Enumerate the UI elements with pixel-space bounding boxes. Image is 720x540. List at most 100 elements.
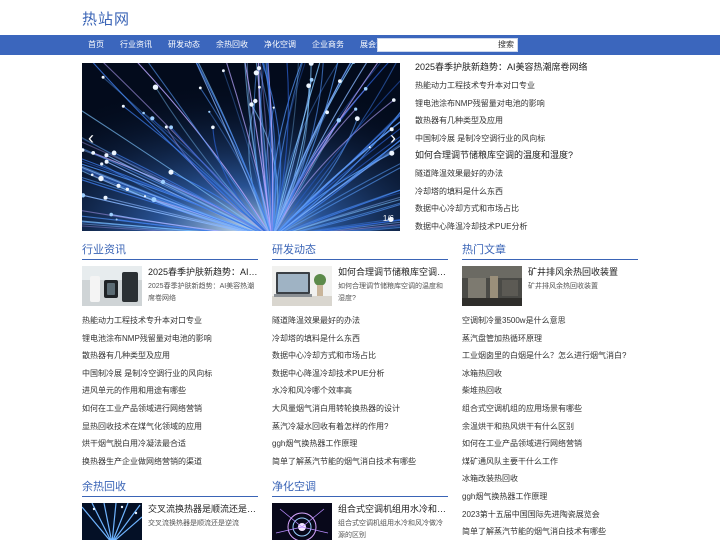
fiber-tip <box>91 151 96 155</box>
feature-thumbnail[interactable] <box>82 266 142 306</box>
list-item[interactable]: 余温烘干和热风烘干有什么区别 <box>462 418 638 436</box>
list-item[interactable]: 换热器生产企业做网络营销的渠道 <box>82 453 258 471</box>
list-item[interactable]: 煤矿通风队主要干什么工作 <box>462 453 638 471</box>
list-item[interactable]: 隧道降温效果最好的办法 <box>272 312 448 330</box>
list-item[interactable]: 散热器有几种类型及应用 <box>82 347 258 365</box>
headline-item[interactable]: 中国制冷展 是制冷空调行业的风向标 <box>415 130 645 148</box>
headline-item[interactable]: 锂电池涂布NMP残留量对电池的影响 <box>415 95 645 113</box>
list-item[interactable]: 进风单元的作用和用途有哪些 <box>82 382 258 400</box>
feature-article[interactable]: 交叉流换热器是顺流还是逆流 交叉流换热器是顺流还是逆流 <box>82 501 258 540</box>
fiber-tip <box>103 195 108 200</box>
list-item[interactable]: 冰箱改装热回收 <box>462 470 638 488</box>
feature-article[interactable]: 2025春季护肤新趋势：AI美容热潮席卷网络 2025春季护肤新趋势：AI美容热… <box>82 264 258 312</box>
fiber-optic-image <box>82 63 400 231</box>
list-item[interactable]: 柴堆热回收 <box>462 382 638 400</box>
fiber-tip <box>98 175 104 182</box>
feature-title[interactable]: 交叉流换热器是顺流还是逆流 <box>148 503 258 515</box>
section-title[interactable]: 研发动态 <box>272 242 448 260</box>
feature-title[interactable]: 2025春季护肤新趋势：AI美容热潮席卷网络 <box>148 266 258 278</box>
list-item[interactable]: 数据中心冷却方式和市场占比 <box>272 347 448 365</box>
nav-item-home[interactable]: 首页 <box>82 35 110 55</box>
fiber-tip <box>249 102 254 107</box>
headline-item[interactable]: 冷却塔的填料是什么东西 <box>415 183 645 201</box>
feature-desc: 如何合理调节储粮库空调的温度和湿度? <box>338 283 443 302</box>
headline-item[interactable]: 热能动力工程技术专升本对口专业 <box>415 77 645 95</box>
list-item[interactable]: 锂电池涂布NMP残留量对电池的影响 <box>82 330 258 348</box>
feature-article[interactable]: 组合式空调机组用水冷和风冷 组合式空调机组用水冷和风冷做冷源的区别 <box>272 501 448 540</box>
list-item[interactable]: 2023第十五届中国国际先进陶瓷展览会 <box>462 506 638 524</box>
feature-thumbnail[interactable] <box>82 503 142 540</box>
feature-article[interactable]: 如何合理调节储粮库空调的温度和湿度? 如何合理调节储粮库空调的温度和湿度? <box>272 264 448 312</box>
heat-recovery-section: 余热回收 交叉流换热器是顺流还是逆流 交叉流换热器是顺流还是逆流 <box>82 479 258 540</box>
feature-desc: 2025春季护肤新趋势：AI美容热潮席卷网络 <box>148 283 255 302</box>
list-item[interactable]: 冰箱热回收 <box>462 365 638 383</box>
search-box: 搜索 <box>377 38 518 52</box>
fiber-tip <box>142 111 145 115</box>
list-item[interactable]: 冷却塔的填料是什么东西 <box>272 330 448 348</box>
list-item[interactable]: 数据中心降温冷却技术PUE分析 <box>272 365 448 383</box>
list-item[interactable]: ggh烟气换热器工作原理 <box>462 488 638 506</box>
slider-next-icon[interactable]: › <box>390 129 396 147</box>
fiber-tip <box>115 218 118 221</box>
headline-big[interactable]: 如何合理调节储粮库空调的温度和湿度? <box>415 148 645 165</box>
feature-thumbnail[interactable] <box>272 503 332 540</box>
list-item[interactable]: 水冷和风冷哪个效率高 <box>272 382 448 400</box>
list-item[interactable]: 热能动力工程技术专升本对口专业 <box>82 312 258 330</box>
nav-item-heat-recovery[interactable]: 余热回收 <box>210 35 254 55</box>
slider-prev-icon[interactable]: ‹ <box>88 129 94 147</box>
list-item[interactable]: 空调制冷量3500w是什么意思 <box>462 312 638 330</box>
feature-thumbnail[interactable] <box>272 266 332 306</box>
nav-item-business[interactable]: 企业商务 <box>306 35 350 55</box>
list-item[interactable]: 中国制冷展 是制冷空调行业的风向标 <box>82 365 258 383</box>
section-title[interactable]: 行业资讯 <box>82 242 258 260</box>
headline-big[interactable]: 2025春季护肤新趋势：AI美容热潮席卷网络 <box>415 60 645 77</box>
nav-item-purify-ac[interactable]: 净化空调 <box>258 35 302 55</box>
feature-title[interactable]: 矿井排风余热回收装置 <box>528 266 638 278</box>
search-input[interactable] <box>378 39 488 51</box>
section-title[interactable]: 净化空调 <box>272 479 448 497</box>
feature-article[interactable]: 矿井排风余热回收装置 矿井排风余热回收装置 <box>462 264 638 312</box>
list-item[interactable]: ggh烟气换热器工作原理 <box>272 435 448 453</box>
fiber-tip <box>338 79 342 83</box>
list-item[interactable]: 如何在工业产品领域进行网络营销 <box>82 400 258 418</box>
list-item[interactable]: 工业烟囱里的白烟是什么？怎么进行烟气消白? <box>462 347 638 365</box>
site-logo[interactable]: 热站网 <box>82 8 130 29</box>
fiber-tip <box>152 84 159 90</box>
headline-item[interactable]: 数据中心冷却方式和市场占比 <box>415 200 645 218</box>
fiber-tip <box>151 197 157 203</box>
fiber-tip <box>125 187 129 191</box>
list-item[interactable]: 蒸汽盘管加热循环原理 <box>462 330 638 348</box>
list-item[interactable]: 蒸汽冷凝水回收有着怎样的作用? <box>272 418 448 436</box>
feature-title[interactable]: 组合式空调机组用水冷和风冷 <box>338 503 448 515</box>
section-title[interactable]: 热门文章 <box>462 242 638 260</box>
fiber-tip <box>143 195 147 198</box>
fiber-tip <box>150 116 155 121</box>
main-navbar: 首页 行业资讯 研发动态 余热回收 净化空调 企业商务 展会活动 搜索 <box>0 35 720 55</box>
industry-news-section: 行业资讯 2025春季护肤新趋势：AI美容热潮席卷网络 2025春季护肤新趋势：… <box>82 242 258 470</box>
section-title[interactable]: 余热回收 <box>82 479 258 497</box>
list-item[interactable]: 大风量烟气消白用转轮换热器的设计 <box>272 400 448 418</box>
fiber-tip <box>211 125 215 130</box>
list-item[interactable]: 烘干烟气脱白用冷凝法最合适 <box>82 435 258 453</box>
search-button[interactable]: 搜索 <box>498 39 514 51</box>
list-item[interactable]: 简单了解蒸汽节能的烟气消白技术有哪些 <box>272 453 448 471</box>
feature-thumbnail[interactable] <box>462 266 522 306</box>
fiber-tip <box>208 110 211 113</box>
fiber-tip <box>368 146 371 149</box>
nav-item-research[interactable]: 研发动态 <box>162 35 206 55</box>
list-item[interactable]: 组合式空调机组的应用场景有哪些 <box>462 400 638 418</box>
list-item[interactable]: 显热回收技术在煤气化领域的应用 <box>82 418 258 436</box>
list-item[interactable]: 如何在工业产品领域进行网络营销 <box>462 435 638 453</box>
hot-articles-section: 热门文章 矿井排风余热回收装置 矿井排风余热回收装置 空调制冷量3500w是什么… <box>462 242 638 540</box>
slider-pager: 1/6 <box>382 214 394 223</box>
headline-item[interactable]: 散热器有几种类型及应用 <box>415 112 645 130</box>
fiber-tip <box>121 104 125 108</box>
image-slider[interactable]: ‹ › 1/6 <box>82 63 400 231</box>
feature-title[interactable]: 如何合理调节储粮库空调的温度和湿度? <box>338 266 448 278</box>
list-item[interactable]: 简单了解蒸汽节能的烟气消白技术有哪些 <box>462 523 638 540</box>
nav-item-industry[interactable]: 行业资讯 <box>114 35 158 55</box>
fiber-tip <box>104 159 109 164</box>
headline-item[interactable]: 数据中心降温冷却技术PUE分析 <box>415 218 645 236</box>
headline-item[interactable]: 隧道降温效果最好的办法 <box>415 165 645 183</box>
feature-desc: 组合式空调机组用水冷和风冷做冷源的区别 <box>338 520 443 539</box>
